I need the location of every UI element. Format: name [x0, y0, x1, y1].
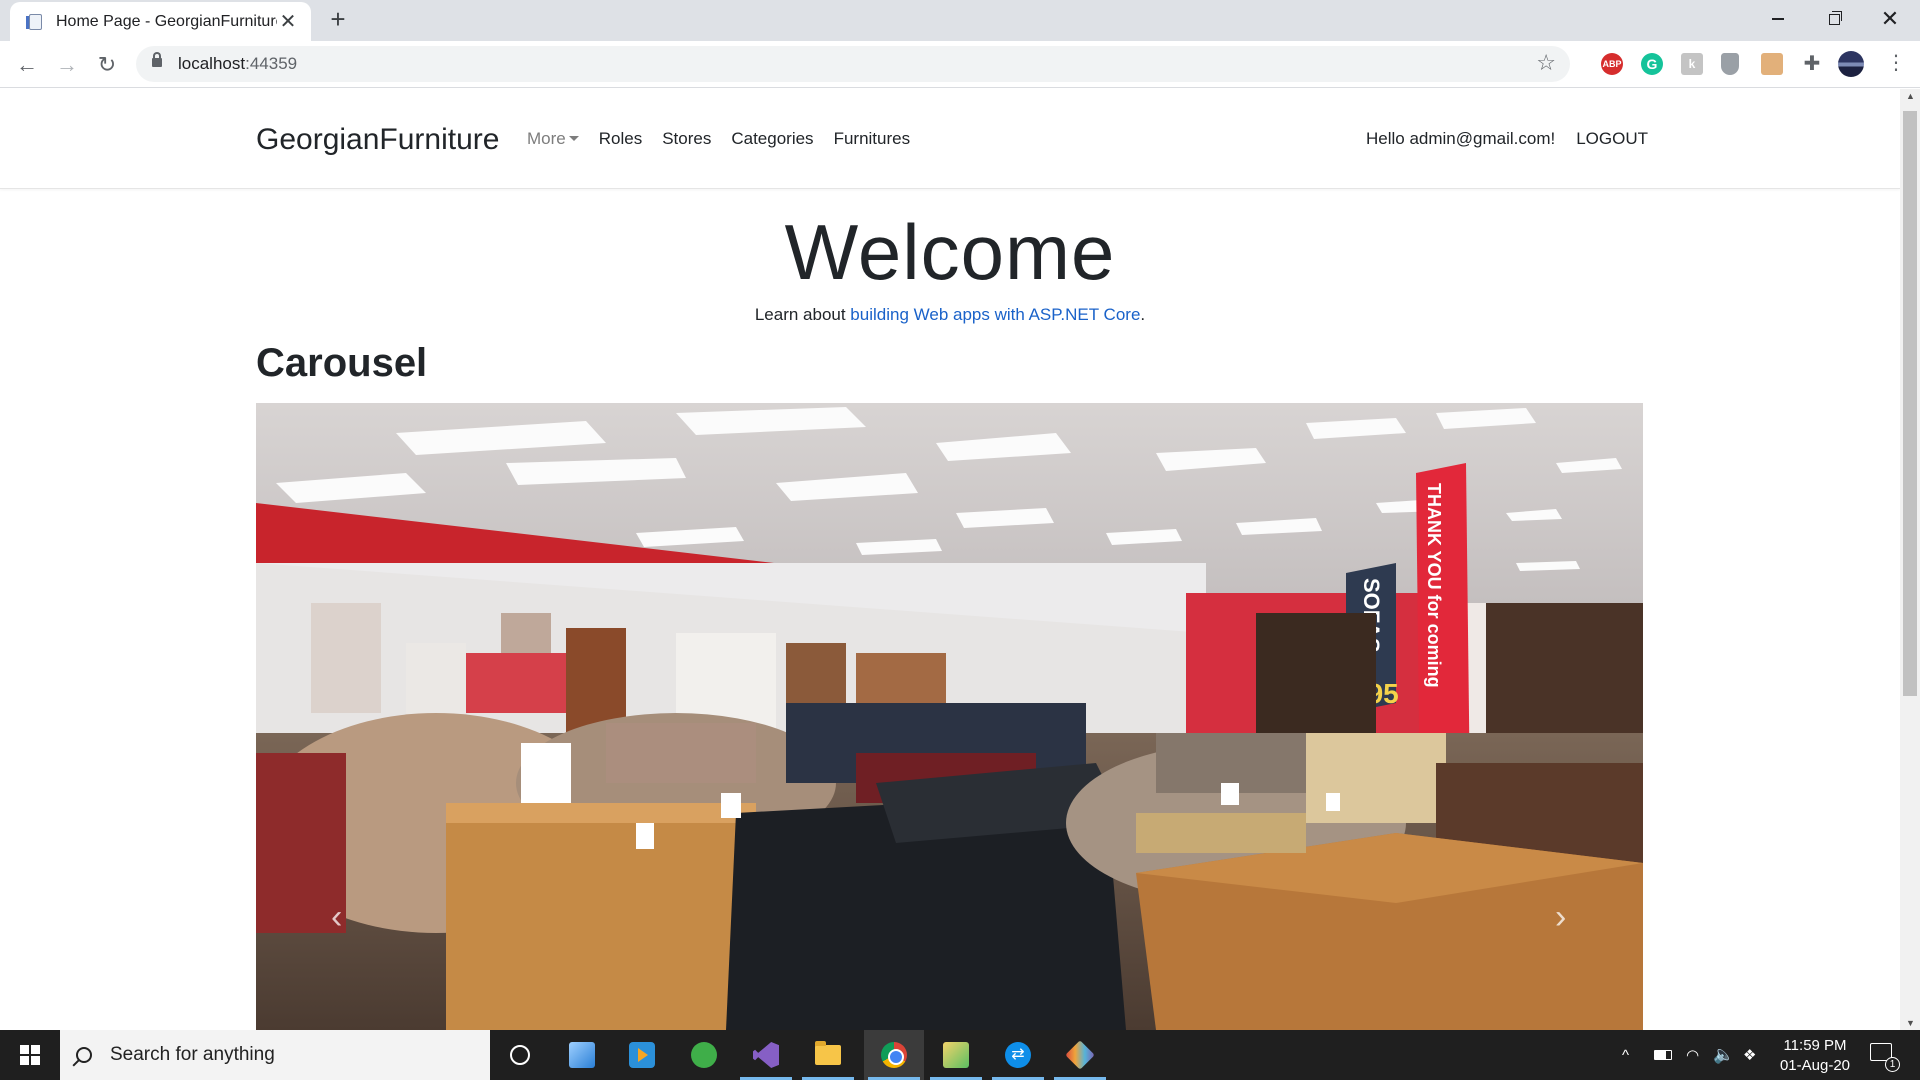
url-text[interactable]: localhost:44359 — [178, 54, 297, 74]
nav-categories-link[interactable]: Categories — [731, 129, 813, 149]
forward-button[interactable]: → — [52, 50, 82, 80]
chevron-right-icon: › — [1555, 898, 1567, 936]
pillar-text: THANK YOU for coming — [1424, 483, 1444, 688]
teamviewer-icon — [1005, 1042, 1031, 1068]
nav-more-dropdown[interactable]: More — [527, 129, 579, 149]
window-minimize-button[interactable] — [1750, 0, 1806, 38]
grammarly-extension-icon[interactable]: G — [1641, 53, 1663, 75]
volume-icon[interactable]: 🔈 — [1713, 1030, 1734, 1080]
cortana-button[interactable] — [490, 1030, 550, 1080]
search-icon — [76, 1047, 92, 1063]
url-host: localhost — [178, 54, 246, 73]
furniture-store-photo: SOFAS £95 THANK YOU for coming — [256, 403, 1643, 1030]
taskbar-search-box[interactable]: Search for anything — [60, 1030, 490, 1080]
learn-suffix: . — [1140, 305, 1146, 324]
taskbar-app-cube[interactable] — [552, 1030, 612, 1080]
taskbar-app-visual-studio[interactable] — [736, 1030, 796, 1080]
adblock-extension-icon[interactable]: ABP — [1601, 53, 1623, 75]
git-kraken-icon — [1065, 1040, 1095, 1070]
clock-date: 01-Aug-20 — [1779, 1057, 1851, 1074]
nav-furnitures-link[interactable]: Furnitures — [834, 129, 911, 149]
wifi-icon[interactable]: ◠ — [1686, 1030, 1699, 1080]
map-app-icon — [943, 1042, 969, 1068]
bookmark-star-icon[interactable]: ☆ — [1536, 50, 1556, 76]
logout-button[interactable]: LOGOUT — [1576, 129, 1648, 149]
scroll-down-arrow-icon[interactable]: ▼ — [1906, 1018, 1915, 1028]
learn-prefix: Learn about — [754, 305, 851, 324]
start-button[interactable] — [0, 1030, 60, 1080]
site-brand-link[interactable]: GeorgianFurniture — [256, 123, 499, 157]
taskbar-app-media[interactable] — [612, 1030, 672, 1080]
learn-about-text: Learn about building Web apps with ASP.N… — [0, 305, 1900, 325]
visual-studio-icon — [753, 1042, 779, 1068]
welcome-heading: Welcome — [784, 208, 1116, 296]
chrome-icon — [881, 1042, 907, 1068]
windows-logo-icon — [20, 1045, 40, 1065]
media-player-icon — [629, 1042, 655, 1068]
taskbar-app-atom[interactable] — [674, 1030, 734, 1080]
k-extension-icon[interactable]: k — [1681, 53, 1703, 75]
taskbar-search-placeholder: Search for anything — [110, 1044, 275, 1065]
carousel-next-button[interactable]: › — [1443, 403, 1643, 1030]
battery-icon[interactable] — [1654, 1030, 1672, 1080]
cortana-circle-icon — [510, 1045, 530, 1065]
lock-icon[interactable] — [152, 52, 162, 67]
taskbar-app-teamviewer[interactable] — [988, 1030, 1048, 1080]
tab-close-icon[interactable]: ✕ — [277, 11, 299, 33]
nav-more-label: More — [527, 129, 566, 148]
page-scrollbar[interactable]: ▲ ▼ — [1900, 89, 1920, 1030]
extensions-puzzle-icon[interactable]: ✚ — [1801, 53, 1823, 75]
window-restore-button[interactable] — [1806, 0, 1862, 38]
file-explorer-folder-icon — [815, 1041, 841, 1065]
carousel-prev-button[interactable]: ‹ — [256, 403, 456, 1030]
atom-editor-icon — [691, 1042, 717, 1068]
furniture-carousel[interactable]: SOFAS £95 THANK YOU for coming — [256, 403, 1643, 1030]
shield-extension-icon[interactable] — [1721, 53, 1739, 75]
user-greeting-link[interactable]: Hello admin@gmail.com! — [1366, 129, 1555, 149]
close-icon: ✕ — [1880, 6, 1900, 31]
taskbar-app-file-explorer[interactable] — [798, 1030, 858, 1080]
address-bar[interactable]: localhost:44359 ☆ — [136, 46, 1570, 82]
clock-time: 11:59 PM — [1783, 1037, 1847, 1054]
browser-toolbar: ← → ↻ localhost:44359 ☆ ABP G k ✚ ⋮ — [0, 41, 1920, 88]
taskbar-app-git[interactable] — [1050, 1030, 1110, 1080]
nav-links: More Roles Stores Categories Furnitures — [527, 129, 910, 149]
web-page: GeorgianFurniture More Roles Stores Cate… — [0, 89, 1900, 1030]
site-navbar: GeorgianFurniture More Roles Stores Cate… — [0, 89, 1900, 189]
taskbar-app-chrome[interactable] — [864, 1030, 924, 1080]
chevron-left-icon: ‹ — [331, 898, 343, 936]
dropbox-icon[interactable]: ❖ — [1743, 1030, 1756, 1080]
carousel-heading: Carousel — [256, 341, 428, 385]
browser-menu-icon[interactable]: ⋮ — [1886, 53, 1906, 73]
windows-taskbar: Search for anything ^ ◠ 🔈 ❖ 11:59 PM 01-… — [0, 1030, 1920, 1080]
back-button[interactable]: ← — [12, 50, 42, 80]
nav-user-area: Hello admin@gmail.com! LOGOUT — [1366, 129, 1648, 149]
nav-stores-link[interactable]: Stores — [662, 129, 711, 149]
profile-avatar[interactable] — [1838, 51, 1864, 77]
new-tab-button[interactable]: + — [324, 6, 352, 34]
url-port: :44359 — [245, 54, 298, 73]
scroll-up-arrow-icon[interactable]: ▲ — [1906, 91, 1915, 101]
aspnet-docs-link[interactable]: building Web apps with ASP.NET Core — [850, 305, 1140, 324]
caret-down-icon — [568, 136, 579, 141]
tray-overflow-chevron-icon[interactable]: ^ — [1622, 1030, 1629, 1080]
browser-tabstrip: Home Page - GeorgianFurniture ✕ + ✕ — [0, 0, 1920, 41]
taskbar-app-map[interactable] — [926, 1030, 986, 1080]
minimize-icon — [1772, 18, 1784, 20]
3d-cube-app-icon — [569, 1042, 595, 1068]
reload-button[interactable]: ↻ — [92, 50, 122, 80]
nav-roles-link[interactable]: Roles — [599, 129, 642, 149]
scrollbar-thumb[interactable] — [1903, 111, 1917, 696]
notification-count-badge: 1 — [1885, 1057, 1900, 1072]
window-close-button[interactable]: ✕ — [1862, 0, 1918, 38]
page-favicon-icon — [26, 12, 44, 32]
restore-icon — [1828, 10, 1842, 25]
face-extension-icon[interactable] — [1761, 53, 1783, 75]
browser-tab-active[interactable]: Home Page - GeorgianFurniture ✕ — [10, 2, 311, 41]
tab-title: Home Page - GeorgianFurniture — [56, 12, 277, 30]
taskbar-clock[interactable]: 11:59 PM 01-Aug-20 — [1770, 1036, 1860, 1076]
